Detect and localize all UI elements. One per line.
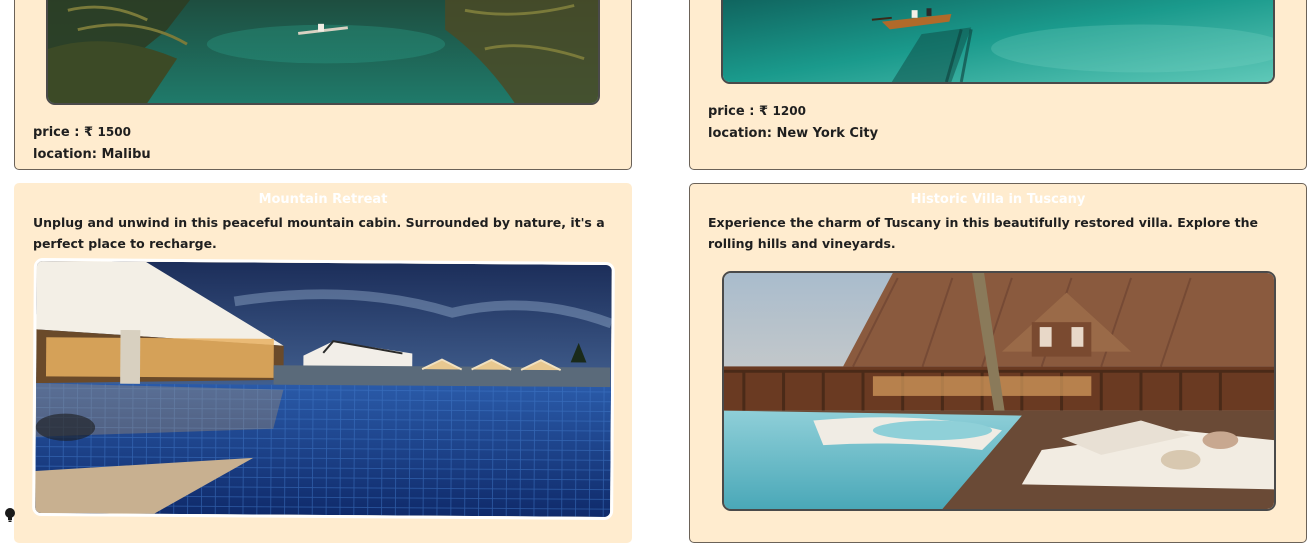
price-label: price : ₹ (708, 104, 768, 119)
listing-title: Historic Villa in Tuscany (910, 192, 1086, 207)
lightbulb-icon[interactable] (3, 507, 17, 523)
listing-location: location: Malibu (33, 147, 151, 162)
price-value: 1200 (772, 104, 806, 118)
price-label: price : ₹ (33, 125, 93, 140)
listing-image-mountain-retreat[interactable] (32, 257, 615, 521)
listing-card-malibu[interactable]: price : ₹ 1500 location: Malibu (14, 0, 632, 170)
listing-price: price : ₹ 1500 (33, 125, 131, 140)
listing-card-mountain-retreat[interactable]: Mountain Retreat Unplug and unwind in th… (14, 183, 632, 543)
listing-title: Mountain Retreat (258, 192, 388, 207)
listing-card-tuscany-villa[interactable]: Historic Villa in Tuscany Experience the… (689, 183, 1307, 543)
price-value: 1500 (97, 125, 131, 139)
listing-card-new-york[interactable]: price : ₹ 1200 location: New York City (689, 0, 1307, 170)
listing-description: Experience the charm of Tuscany in this … (708, 215, 1258, 251)
listing-image-malibu[interactable] (46, 0, 600, 105)
listing-description: Unplug and unwind in this peaceful mount… (33, 215, 605, 251)
listing-price: price : ₹ 1200 (708, 104, 806, 119)
listing-image-new-york[interactable] (721, 0, 1275, 84)
listing-image-tuscany-villa[interactable] (722, 271, 1276, 511)
listing-location: location: New York City (708, 126, 879, 141)
